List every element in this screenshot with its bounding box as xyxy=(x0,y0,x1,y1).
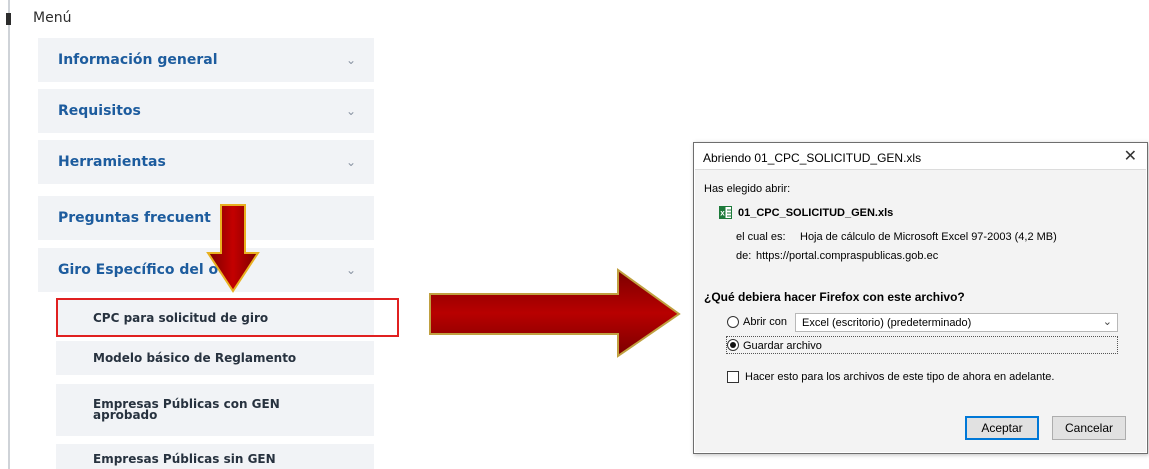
save-file-radio[interactable] xyxy=(727,339,739,351)
file-source-label: de: xyxy=(736,250,752,262)
file-type-label: el cual es: xyxy=(736,231,786,243)
open-with-radio[interactable] xyxy=(727,316,739,328)
file-type-value: Hoja de cálculo de Microsoft Excel 97-20… xyxy=(800,231,1057,243)
menu-item-requisitos[interactable]: Requisitos ⌄ xyxy=(38,89,374,133)
menu-item-herramientas[interactable]: Herramientas ⌄ xyxy=(38,140,374,184)
remember-label: Hacer esto para los archivos de este tip… xyxy=(745,371,1055,383)
menu-item-label: Requisitos xyxy=(58,103,141,119)
open-with-value: Excel (escritorio) (predeterminado) xyxy=(802,316,972,329)
title-divider xyxy=(695,169,1146,170)
submenu-item-empresas-con-gen[interactable]: Empresas Públicas con GEN aprobado xyxy=(56,384,374,436)
dialog-title: Abriendo 01_CPC_SOLICITUD_GEN.xls xyxy=(703,151,922,165)
chevron-down-icon: ⌄ xyxy=(1102,316,1112,328)
download-dialog: Abriendo 01_CPC_SOLICITUD_GEN.xls ✕ Has … xyxy=(693,142,1148,454)
submenu-item-label: Modelo básico de Reglamento xyxy=(93,351,297,365)
arrow-right-icon xyxy=(429,268,681,358)
dialog-intro: Has elegido abrir: xyxy=(704,183,791,195)
chevron-down-icon: ⌄ xyxy=(345,53,356,67)
accept-button[interactable]: Aceptar xyxy=(965,416,1039,440)
chevron-down-icon: ⌄ xyxy=(345,263,356,277)
open-with-label: Abrir con xyxy=(743,316,788,328)
submenu-item-empresas-sin-gen[interactable]: Empresas Públicas sin GEN xyxy=(56,444,374,469)
svg-text:x: x xyxy=(720,209,725,218)
remember-checkbox[interactable] xyxy=(727,371,739,383)
chevron-down-icon: ⌄ xyxy=(345,155,356,169)
arrow-down-icon xyxy=(206,204,260,293)
cancel-button[interactable]: Cancelar xyxy=(1052,416,1126,440)
menu-rail xyxy=(8,0,10,469)
save-file-label: Guardar archivo xyxy=(743,340,822,352)
excel-file-icon: x xyxy=(719,206,732,219)
dialog-question: ¿Qué debiera hacer Firefox con este arch… xyxy=(704,290,965,304)
submenu-item-label-line2: aprobado xyxy=(93,408,158,422)
chevron-down-icon: ⌄ xyxy=(345,104,356,118)
menu-item-label: Herramientas xyxy=(58,154,166,170)
menu-item-label: Información general xyxy=(58,52,218,68)
submenu-item-modelo-reglamento[interactable]: Modelo básico de Reglamento xyxy=(56,341,374,375)
open-with-select[interactable]: Excel (escritorio) (predeterminado) ⌄ xyxy=(795,313,1118,332)
highlight-box xyxy=(56,298,399,337)
submenu-item-label: Empresas Públicas sin GEN xyxy=(93,452,276,466)
menu-title: Menú xyxy=(33,10,72,26)
menu-item-label: Preguntas frecuent xyxy=(58,210,211,226)
menu-item-informacion-general[interactable]: Información general ⌄ xyxy=(38,38,374,82)
file-source-url: https://portal.compraspublicas.gob.ec xyxy=(756,250,939,262)
file-name: 01_CPC_SOLICITUD_GEN.xls xyxy=(738,207,894,219)
close-icon[interactable]: ✕ xyxy=(1124,146,1137,166)
menu-bullet xyxy=(6,13,11,25)
